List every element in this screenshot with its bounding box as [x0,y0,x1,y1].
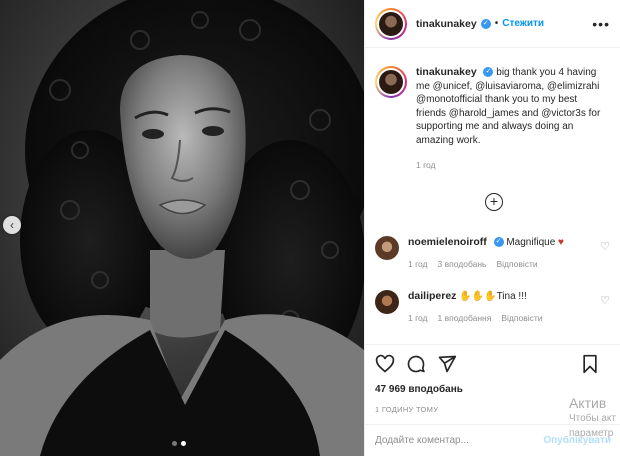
publish-button[interactable]: Опублікувати [543,435,611,446]
avatar[interactable] [375,7,407,40]
avatar[interactable] [375,236,399,260]
separator: • [494,18,499,29]
reply-button[interactable]: Відповісти [501,312,542,325]
comment-icon[interactable] [406,354,426,374]
follow-button[interactable]: Стежити [502,18,544,29]
instagram-post: ‹ tinakunakey ✓ • Стежити ••• tinakunake… [0,0,620,456]
more-icon[interactable]: ••• [592,16,610,32]
comment-item: dailiperez ✋✋✋Tina !!! 1 год 1 вподобанн… [375,290,611,325]
load-more-icon[interactable]: + [485,193,503,211]
comment-time[interactable]: 1 год [408,312,428,325]
comment-likes[interactable]: 3 вподобань [438,258,487,271]
caption-time[interactable]: 1 год [416,159,606,173]
post-side-panel: tinakunakey ✓ • Стежити ••• tinakunakey … [364,0,620,456]
reply-button[interactable]: Відповісти [496,258,537,271]
post-photo[interactable]: ‹ [0,0,364,456]
likes-count[interactable]: 47 969 вподобань [375,384,611,395]
share-icon[interactable] [437,354,457,374]
chevron-left-icon[interactable]: ‹ [3,216,21,234]
comment-likes[interactable]: 1 вподобання [438,312,492,325]
verified-badge-icon: ✓ [483,67,494,78]
post-timestamp[interactable]: 1 ГОДИНУ ТОМУ [375,405,611,414]
verified-badge-icon: ✓ [493,237,504,248]
carousel-dot [172,441,177,446]
carousel-dot-active [181,441,186,446]
comment-item: noemielenoiroff ✓ Magnifique ♥ 1 год 3 в… [375,236,611,271]
bookmark-icon[interactable] [580,354,600,374]
heart-emoji: ♥ [558,237,564,248]
comment-time[interactable]: 1 год [408,258,428,271]
comment-input[interactable] [375,435,544,446]
add-comment-bar: Опублікувати [365,424,620,456]
caption-body: big thank you 4 having me @unicef, @luis… [416,67,601,146]
comment-text: Magnifique [506,237,556,248]
comment-username[interactable]: dailiperez [408,290,456,302]
caption-username[interactable]: tinakunakey [416,66,477,78]
like-comment-heart-icon[interactable]: ♡ [599,294,611,325]
avatar[interactable] [375,66,407,98]
comment-username[interactable]: noemielenoiroff [408,236,487,248]
portrait-image [0,0,364,456]
carousel-dots [172,441,186,446]
verified-badge-icon: ✓ [480,18,491,29]
heart-icon[interactable] [375,354,395,374]
comment-text: ✋✋✋Tina !!! [459,291,527,302]
caption-text: tinakunakey ✓ big thank you 4 having me … [416,66,606,173]
action-bar: 47 969 вподобань 1 ГОДИНУ ТОМУ [365,344,620,414]
like-comment-heart-icon[interactable]: ♡ [599,240,611,271]
post-header: tinakunakey ✓ • Стежити ••• [365,0,620,48]
avatar[interactable] [375,290,399,314]
author-username[interactable]: tinakunakey [416,18,477,30]
caption: tinakunakey ✓ big thank you 4 having me … [365,48,620,173]
